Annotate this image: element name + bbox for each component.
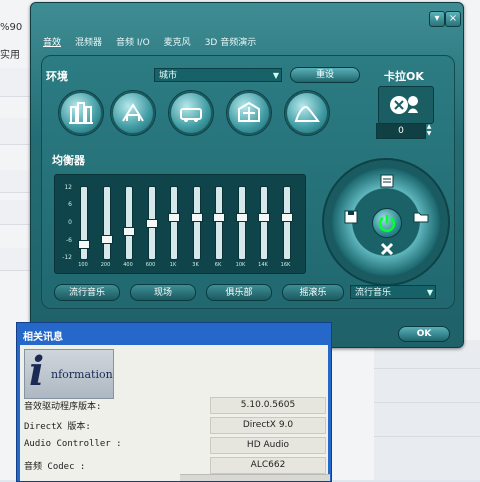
background-row [0, 118, 32, 145]
preset-rock-button[interactable]: 摇滚乐 [282, 284, 344, 301]
eq-slider-track[interactable] [282, 186, 291, 260]
tab-audio-io[interactable]: 音频 I/O [116, 36, 150, 50]
eq-slider-knob[interactable] [123, 226, 135, 236]
info-row: DirectX 版本: DirectX 9.0 [24, 417, 326, 434]
information-dialog: 相关讯息 i nformation 音效驱动程序版本: 5.10.0.5605 … [16, 322, 332, 482]
eq-slider-knob[interactable] [190, 213, 203, 223]
background-text: %90 [0, 22, 23, 33]
eq-freq-label: 400 [123, 262, 133, 268]
dialog-title: 相关讯息 [23, 332, 63, 343]
save-icon[interactable] [342, 208, 360, 226]
eq-slider-track[interactable] [237, 186, 246, 260]
eq-slider-track[interactable] [260, 186, 268, 260]
info-label: DirectX 版本: [24, 422, 91, 432]
background-pane [374, 340, 480, 480]
info-value: DirectX 9.0 [210, 417, 326, 434]
preset-select-value: 流行音乐 [355, 288, 392, 298]
eq-slider-knob[interactable] [145, 218, 158, 228]
eq-freq-label: 200 [100, 262, 111, 268]
info-label: 音频 Codec : [24, 462, 86, 472]
preset-select[interactable]: 流行音乐 ▼ [350, 285, 436, 299]
stadium-icon[interactable] [226, 90, 272, 136]
info-value: ALC662 [210, 457, 326, 474]
close-button[interactable]: × [445, 11, 461, 27]
eq-slider-knob[interactable] [258, 213, 270, 223]
equalizer-panel [54, 174, 306, 274]
chevron-down-icon: ▼ [426, 288, 433, 297]
preset-club-button[interactable]: 俱乐部 [206, 284, 272, 301]
eq-slider-knob[interactable] [235, 213, 248, 223]
opera-house-icon[interactable] [284, 90, 330, 136]
preset-live-button[interactable]: 现场 [130, 284, 196, 301]
environment-select[interactable]: 城市 ▼ [154, 68, 282, 82]
preset-pop-button[interactable]: 流行音乐 [54, 284, 120, 301]
equalizer-label: 均衡器 [52, 154, 85, 167]
info-value: 5.10.0.5605 [210, 397, 326, 414]
eq-scale-label: 0 [68, 219, 72, 226]
open-folder-icon[interactable] [412, 208, 430, 226]
eq-freq-label: 600 [145, 262, 156, 268]
information-logo: i nformation [24, 349, 114, 399]
eq-freq-label: 10K [235, 262, 246, 268]
tab-bar: 音效 混频器 音频 I/O 麦克风 3D 音频演示 [43, 36, 256, 50]
info-value: HD Audio [210, 437, 326, 454]
environment-select-value: 城市 [159, 71, 178, 81]
dialog-body: i nformation 音效驱动程序版本: 5.10.0.5605 Direc… [20, 345, 330, 481]
tab-mixer[interactable]: 混频器 [75, 36, 102, 50]
karaoke-spinner[interactable]: ▲ ▼ [425, 123, 433, 137]
power-icon [378, 215, 396, 232]
logo-initial: i [29, 348, 45, 395]
eq-slider-track[interactable] [215, 186, 223, 260]
eq-scale-label: 6 [68, 201, 72, 208]
environment-label: 环境 [46, 70, 68, 83]
eq-slider-knob[interactable] [213, 213, 225, 223]
karaoke-value[interactable]: 0 [376, 123, 426, 139]
eq-slider-track[interactable] [102, 186, 111, 260]
room-icon[interactable] [58, 90, 104, 136]
eq-slider-knob[interactable] [168, 213, 180, 223]
background-row [0, 200, 32, 225]
ok-button[interactable]: OK [398, 326, 450, 342]
eq-scale-label: -12 [62, 254, 72, 261]
karaoke-button[interactable] [378, 86, 434, 124]
info-row: 音频 Codec : ALC662 [24, 457, 326, 474]
eq-freq-label: 14K [258, 262, 268, 268]
power-button[interactable] [372, 208, 402, 238]
tab-microphone[interactable]: 麦克风 [164, 36, 191, 50]
edit-icon[interactable] [378, 172, 396, 190]
tab-sound-effects[interactable]: 音效 [43, 36, 61, 50]
eq-slider-knob[interactable] [100, 234, 113, 244]
karaoke-icon [390, 96, 418, 114]
logo-text: nformation [51, 368, 113, 381]
eq-slider-track[interactable] [125, 186, 133, 260]
chevron-down-icon: ▼ [272, 71, 279, 80]
hall-icon[interactable] [110, 90, 156, 136]
eq-slider-track[interactable] [192, 186, 201, 260]
minimize-button[interactable]: ▾ [429, 11, 445, 27]
info-row: Audio Controller : HD Audio [24, 437, 326, 454]
eq-scale-label: -6 [66, 237, 72, 244]
info-label: Audio Controller : [24, 439, 122, 449]
background-text: 实用 [0, 50, 20, 61]
eq-slider-knob[interactable] [280, 213, 293, 223]
info-label: 音效驱动程序版本: [24, 402, 102, 412]
karaoke-label: 卡拉OK [384, 70, 424, 83]
background-row [0, 68, 32, 97]
background-row [0, 170, 32, 193]
background-row [0, 248, 32, 271]
eq-freq-label: 1K [169, 262, 177, 268]
delete-icon[interactable] [378, 240, 396, 258]
tab-3d-demo[interactable]: 3D 音频演示 [205, 36, 257, 50]
eq-freq-label: 6K [214, 262, 222, 268]
eq-slider-knob[interactable] [78, 240, 90, 250]
eq-freq-label: 16K [280, 262, 291, 268]
vehicle-icon[interactable] [168, 90, 214, 136]
eq-slider-track[interactable] [170, 186, 178, 260]
info-row: 音效驱动程序版本: 5.10.0.5605 [24, 397, 326, 414]
reset-button[interactable]: 重设 [290, 67, 360, 83]
eq-freq-label: 100 [78, 262, 88, 268]
eq-freq-label: 3K [192, 262, 199, 268]
eq-scale-label: 12 [64, 184, 72, 191]
